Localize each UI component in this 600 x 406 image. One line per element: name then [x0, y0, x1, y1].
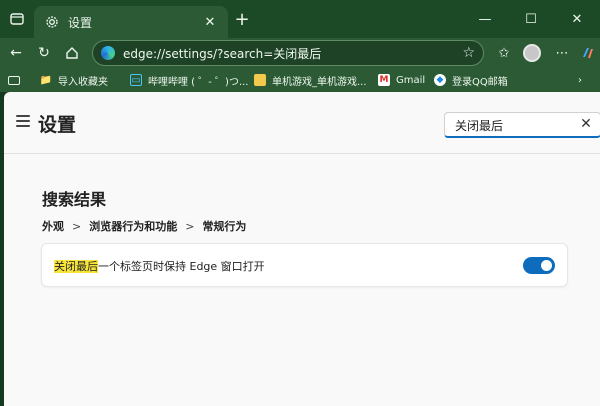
settings-search-box[interactable]: ✕: [444, 112, 600, 138]
bookmark-qqmail[interactable]: ◆ 登录QQ邮箱: [434, 72, 508, 88]
breadcrumb-browser-behavior[interactable]: 浏览器行为和功能: [89, 218, 177, 234]
bookmark-gmail[interactable]: M Gmail: [378, 72, 425, 88]
profile-button[interactable]: [522, 43, 542, 63]
setting-card: 关闭最后一个标签页时保持 Edge 窗口打开: [41, 243, 568, 287]
bookmarks-overflow-icon[interactable]: ›: [578, 72, 582, 88]
breadcrumb-appearance[interactable]: 外观: [42, 218, 64, 234]
bilibili-icon: ▭: [130, 74, 142, 86]
tab-actions-icon[interactable]: [8, 10, 26, 28]
setting-label: 关闭最后一个标签页时保持 Edge 窗口打开: [54, 258, 265, 274]
folder-icon: [254, 74, 266, 86]
keep-window-open-toggle[interactable]: [523, 257, 555, 274]
edge-logo-icon: [101, 46, 115, 60]
close-tab-icon[interactable]: ✕: [202, 14, 218, 30]
window-controls: — ☐ ✕: [462, 0, 600, 38]
bookmark-import[interactable]: 📁 导入收藏夹: [40, 72, 108, 88]
refresh-icon[interactable]: ↻: [34, 43, 54, 63]
search-results-title: 搜索结果: [42, 190, 107, 209]
breadcrumb: 外观 > 浏览器行为和功能 > 常规行为: [42, 218, 246, 234]
more-menu-icon[interactable]: ⋯: [552, 43, 572, 63]
favorite-star-icon[interactable]: ☆: [462, 45, 475, 61]
toolbar: ← ↻ edge://settings/?search=关闭最后 ☆ ✩ ⋯: [0, 38, 600, 68]
close-window-button[interactable]: ✕: [554, 0, 600, 38]
breadcrumb-separator: >: [72, 219, 82, 233]
search-input[interactable]: [455, 117, 575, 133]
bookmark-games[interactable]: 单机游戏_单机游戏...: [254, 72, 367, 88]
qq-mail-icon: ◆: [434, 74, 446, 86]
toggle-knob: [541, 260, 552, 271]
settings-header: 设置 ✕: [4, 92, 600, 154]
avatar: [523, 44, 541, 62]
bookmarks-bar: 📁 导入收藏夹 ▭ 哔哩哔哩 ( ゜- ゜)つ... 单机游戏_单机游戏... …: [0, 68, 600, 92]
tab-settings[interactable]: 设置 ✕: [34, 6, 228, 38]
home-icon[interactable]: [62, 43, 82, 63]
bookmark-bilibili[interactable]: ▭ 哔哩哔哩 ( ゜- ゜)つ...: [130, 72, 248, 88]
gear-icon: [44, 14, 60, 30]
folder-import-icon: 📁: [39, 74, 53, 86]
new-tab-button[interactable]: +: [233, 11, 251, 29]
tab-title: 设置: [68, 15, 93, 30]
favorites-icon[interactable]: ✩: [494, 43, 514, 63]
settings-page: 设置 ✕ 搜索结果 外观 > 浏览器行为和功能 > 常规行为 关闭最后一个标签页…: [4, 92, 600, 406]
page-title: 设置: [38, 114, 77, 136]
maximize-button[interactable]: ☐: [508, 0, 554, 38]
clear-search-icon[interactable]: ✕: [578, 116, 594, 132]
gmail-icon: M: [378, 74, 390, 86]
menu-icon[interactable]: [16, 115, 30, 127]
back-icon[interactable]: ←: [6, 43, 26, 63]
address-url: edge://settings/?search=关闭最后: [123, 46, 322, 61]
search-highlight: 关闭最后: [54, 260, 98, 273]
breadcrumb-general-behavior[interactable]: 常规行为: [202, 218, 246, 234]
title-bar: 设置 ✕ + — ☐ ✕: [0, 0, 600, 38]
breadcrumb-separator: >: [185, 219, 195, 233]
bookmark-collection-icon[interactable]: [8, 72, 26, 88]
minimize-button[interactable]: —: [462, 0, 508, 38]
address-bar[interactable]: edge://settings/?search=关闭最后 ☆: [92, 40, 484, 66]
copilot-icon[interactable]: [578, 43, 598, 63]
setting-label-rest: 一个标签页时保持 Edge 窗口打开: [98, 260, 265, 273]
